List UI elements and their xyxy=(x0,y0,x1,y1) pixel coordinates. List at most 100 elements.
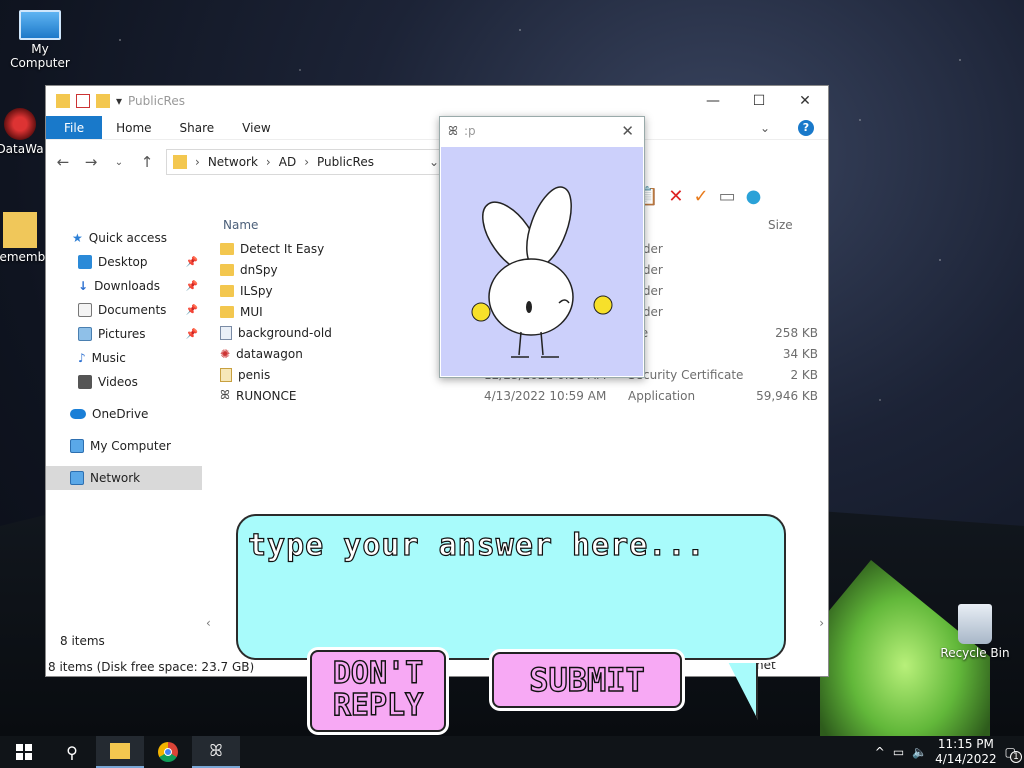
breadcrumb-network[interactable]: Network xyxy=(208,155,258,169)
pictures-icon xyxy=(78,327,92,341)
taskbar: ⚲ ꕤ ^ ▭ 🔈 11:15 PM 4/14/2022 ▢ 1 xyxy=(0,736,1024,768)
rename-icon[interactable]: ▭ xyxy=(719,186,736,207)
search-icon[interactable]: ⚲ xyxy=(48,736,96,768)
delete-icon[interactable]: ✕ xyxy=(668,186,683,207)
taskbar-bunny-app[interactable]: ꕤ xyxy=(192,736,240,768)
scroll-right-icon[interactable]: › xyxy=(819,616,824,630)
notification-icon[interactable]: ▢ 1 xyxy=(1005,745,1022,763)
folder-icon xyxy=(220,305,234,318)
bunny-app-icon: ꕤ xyxy=(209,741,223,760)
taskbar-chrome[interactable] xyxy=(144,736,192,768)
taskbar-file-explorer[interactable] xyxy=(96,736,144,768)
network-icon xyxy=(70,471,84,485)
show-hidden-icons-icon[interactable]: ^ xyxy=(875,745,885,759)
folder-icon xyxy=(220,284,234,297)
status-bar: 8 items (Disk free space: 23.7 GB) xyxy=(48,660,255,674)
notification-count: 1 xyxy=(1010,751,1022,763)
breadcrumb-publicres[interactable]: PublicRes xyxy=(317,155,374,169)
new-folder-icon[interactable] xyxy=(96,94,110,108)
popup-canvas xyxy=(441,147,643,376)
help-icon[interactable]: ? xyxy=(784,116,828,139)
answer-placeholder[interactable]: type your answer here... xyxy=(247,527,705,563)
file-type: folder xyxy=(628,262,663,277)
folder-icon xyxy=(220,263,234,276)
file-type: folder xyxy=(628,304,663,319)
desktop-icon-label: My Computer xyxy=(10,42,70,70)
pin-icon[interactable]: 📌 xyxy=(186,329,198,340)
address-dropdown-icon[interactable]: ⌄ xyxy=(429,155,439,169)
cloud-icon xyxy=(70,409,86,419)
sidebar-item-desktop[interactable]: Desktop 📌 xyxy=(46,250,202,274)
properties-icon[interactable] xyxy=(76,94,90,108)
expand-ribbon-icon[interactable]: ⌄ xyxy=(746,116,784,139)
folder-icon xyxy=(56,94,70,108)
clock[interactable]: 11:15 PM 4/14/2022 xyxy=(935,737,997,767)
file-type: Application xyxy=(628,388,696,403)
sidebar-item-label: OneDrive xyxy=(92,407,149,421)
checkmark-icon[interactable]: ✓ xyxy=(694,186,709,207)
sidebar-item-quick-access[interactable]: ★ Quick access xyxy=(46,226,202,250)
recent-chevron-icon[interactable]: ⌄ xyxy=(110,157,128,168)
back-icon[interactable]: ← xyxy=(54,153,72,171)
submit-button[interactable]: SUBMIT xyxy=(492,652,682,708)
tab-home[interactable]: Home xyxy=(102,116,165,139)
maximize-icon[interactable]: ☐ xyxy=(736,86,782,116)
sidebar-item-label: Quick access xyxy=(88,231,167,245)
desktop-icon-recycle-bin[interactable]: Recycle Bin xyxy=(935,604,1015,660)
close-icon[interactable]: ✕ xyxy=(621,122,634,140)
desktop-icon xyxy=(78,255,92,269)
sidebar-item-onedrive[interactable]: OneDrive xyxy=(46,402,202,426)
scroll-left-icon[interactable]: ‹ xyxy=(206,616,211,630)
sidebar-item-videos[interactable]: Videos xyxy=(46,370,202,394)
file-type: folder xyxy=(628,241,663,256)
start-button[interactable] xyxy=(0,736,48,768)
submit-label: SUBMIT xyxy=(529,660,646,699)
sidebar-item-downloads[interactable]: ↓ Downloads 📌 xyxy=(46,274,202,298)
sidebar-item-music[interactable]: ♪ Music xyxy=(46,346,202,370)
sidebar-item-label: Downloads xyxy=(94,279,160,293)
sidebar-item-documents[interactable]: Documents 📌 xyxy=(46,298,202,322)
network-icon xyxy=(173,155,187,169)
column-size[interactable]: Size xyxy=(748,218,818,232)
popup-title: :p xyxy=(463,124,476,138)
desktop-icon-my-computer[interactable]: My Computer xyxy=(0,10,80,70)
globe-icon[interactable]: ● xyxy=(746,186,762,207)
table-row[interactable]: ꕤ RUNONCE 4/13/2022 10:59 AM Application … xyxy=(220,385,820,406)
address-bar[interactable]: › Network › AD › PublicRes ⌄ xyxy=(166,149,446,175)
tab-file[interactable]: File xyxy=(46,116,103,139)
file-size: 59,946 KB xyxy=(756,388,818,403)
close-icon[interactable]: ✕ xyxy=(782,86,828,116)
tab-view[interactable]: View xyxy=(228,116,284,139)
pin-icon[interactable]: 📌 xyxy=(186,281,198,292)
file-date: 4/13/2022 10:59 AM xyxy=(484,388,607,403)
forward-icon[interactable]: → xyxy=(82,153,100,171)
status-network-label: net xyxy=(756,658,776,672)
sidebar-item-label: Videos xyxy=(98,375,138,389)
folder-icon xyxy=(220,242,234,255)
sidebar-item-network[interactable]: Network xyxy=(46,466,202,490)
desktop-icon-label: Recycle Bin xyxy=(940,646,1010,660)
up-icon[interactable]: ↑ xyxy=(138,153,156,171)
pin-icon[interactable]: 📌 xyxy=(186,257,198,268)
sidebar-item-my-computer[interactable]: My Computer xyxy=(46,434,202,458)
clock-time: 11:15 PM xyxy=(937,737,994,751)
computer-icon xyxy=(19,10,61,40)
pin-icon[interactable]: 📌 xyxy=(186,305,198,316)
dont-reply-button[interactable]: DON'T REPLY xyxy=(310,650,446,732)
minimize-icon[interactable]: — xyxy=(690,86,736,116)
sidebar-item-pictures[interactable]: Pictures 📌 xyxy=(46,322,202,346)
popup-title-bar: ꕤ :p xyxy=(440,117,644,145)
datawagon-icon xyxy=(4,108,36,140)
tab-share[interactable]: Share xyxy=(166,116,229,139)
breadcrumb-ad[interactable]: AD xyxy=(279,155,296,169)
ribbon-tabs: File Home Share View ⌄ ? xyxy=(46,116,828,140)
volume-icon[interactable]: 🔈 xyxy=(912,745,927,759)
file-type: folder xyxy=(628,283,663,298)
sidebar-item-label: Music xyxy=(91,351,126,365)
chevron-down-icon[interactable]: ▾ xyxy=(116,94,122,108)
sidebar-item-label: My Computer xyxy=(90,439,171,453)
address-row: ← → ⌄ ↑ › Network › AD › PublicRes ⌄ xyxy=(46,140,828,184)
clock-date: 4/14/2022 xyxy=(935,752,997,766)
file-name: datawagon xyxy=(236,346,303,361)
network-status-icon[interactable]: ▭ xyxy=(893,745,904,759)
